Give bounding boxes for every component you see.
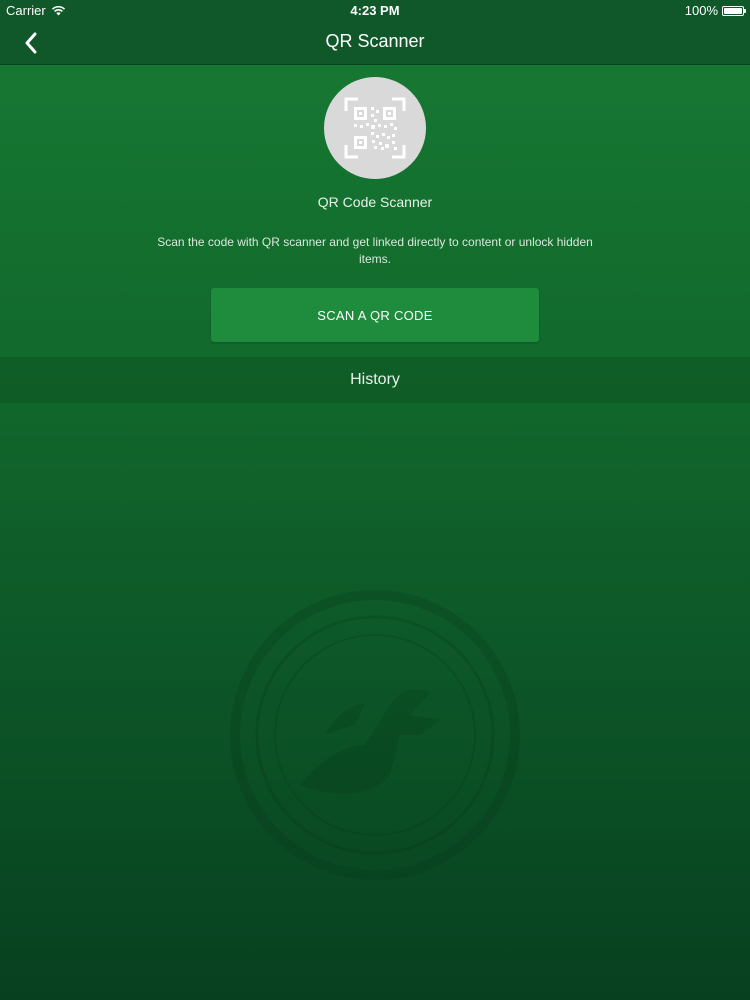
nav-bar: QR Scanner <box>0 22 750 65</box>
qr-code-icon <box>344 97 406 159</box>
status-time: 4:23 PM <box>350 3 400 18</box>
battery-percent: 100% <box>684 3 718 18</box>
section-title: QR Code Scanner <box>317 194 433 210</box>
status-bar: Carrier 4:23 PM 100% <box>0 0 750 22</box>
description-text: Scan the code with QR scanner and get li… <box>157 235 593 266</box>
qr-avatar <box>324 77 426 179</box>
page-title: QR Scanner <box>325 31 425 51</box>
status-battery: 100% <box>684 3 746 18</box>
watermark-emblem <box>230 590 520 880</box>
history-button[interactable]: History <box>0 357 750 403</box>
battery-icon <box>722 5 746 16</box>
scan-qr-code-button[interactable]: SCAN A QR CODE <box>211 288 539 342</box>
